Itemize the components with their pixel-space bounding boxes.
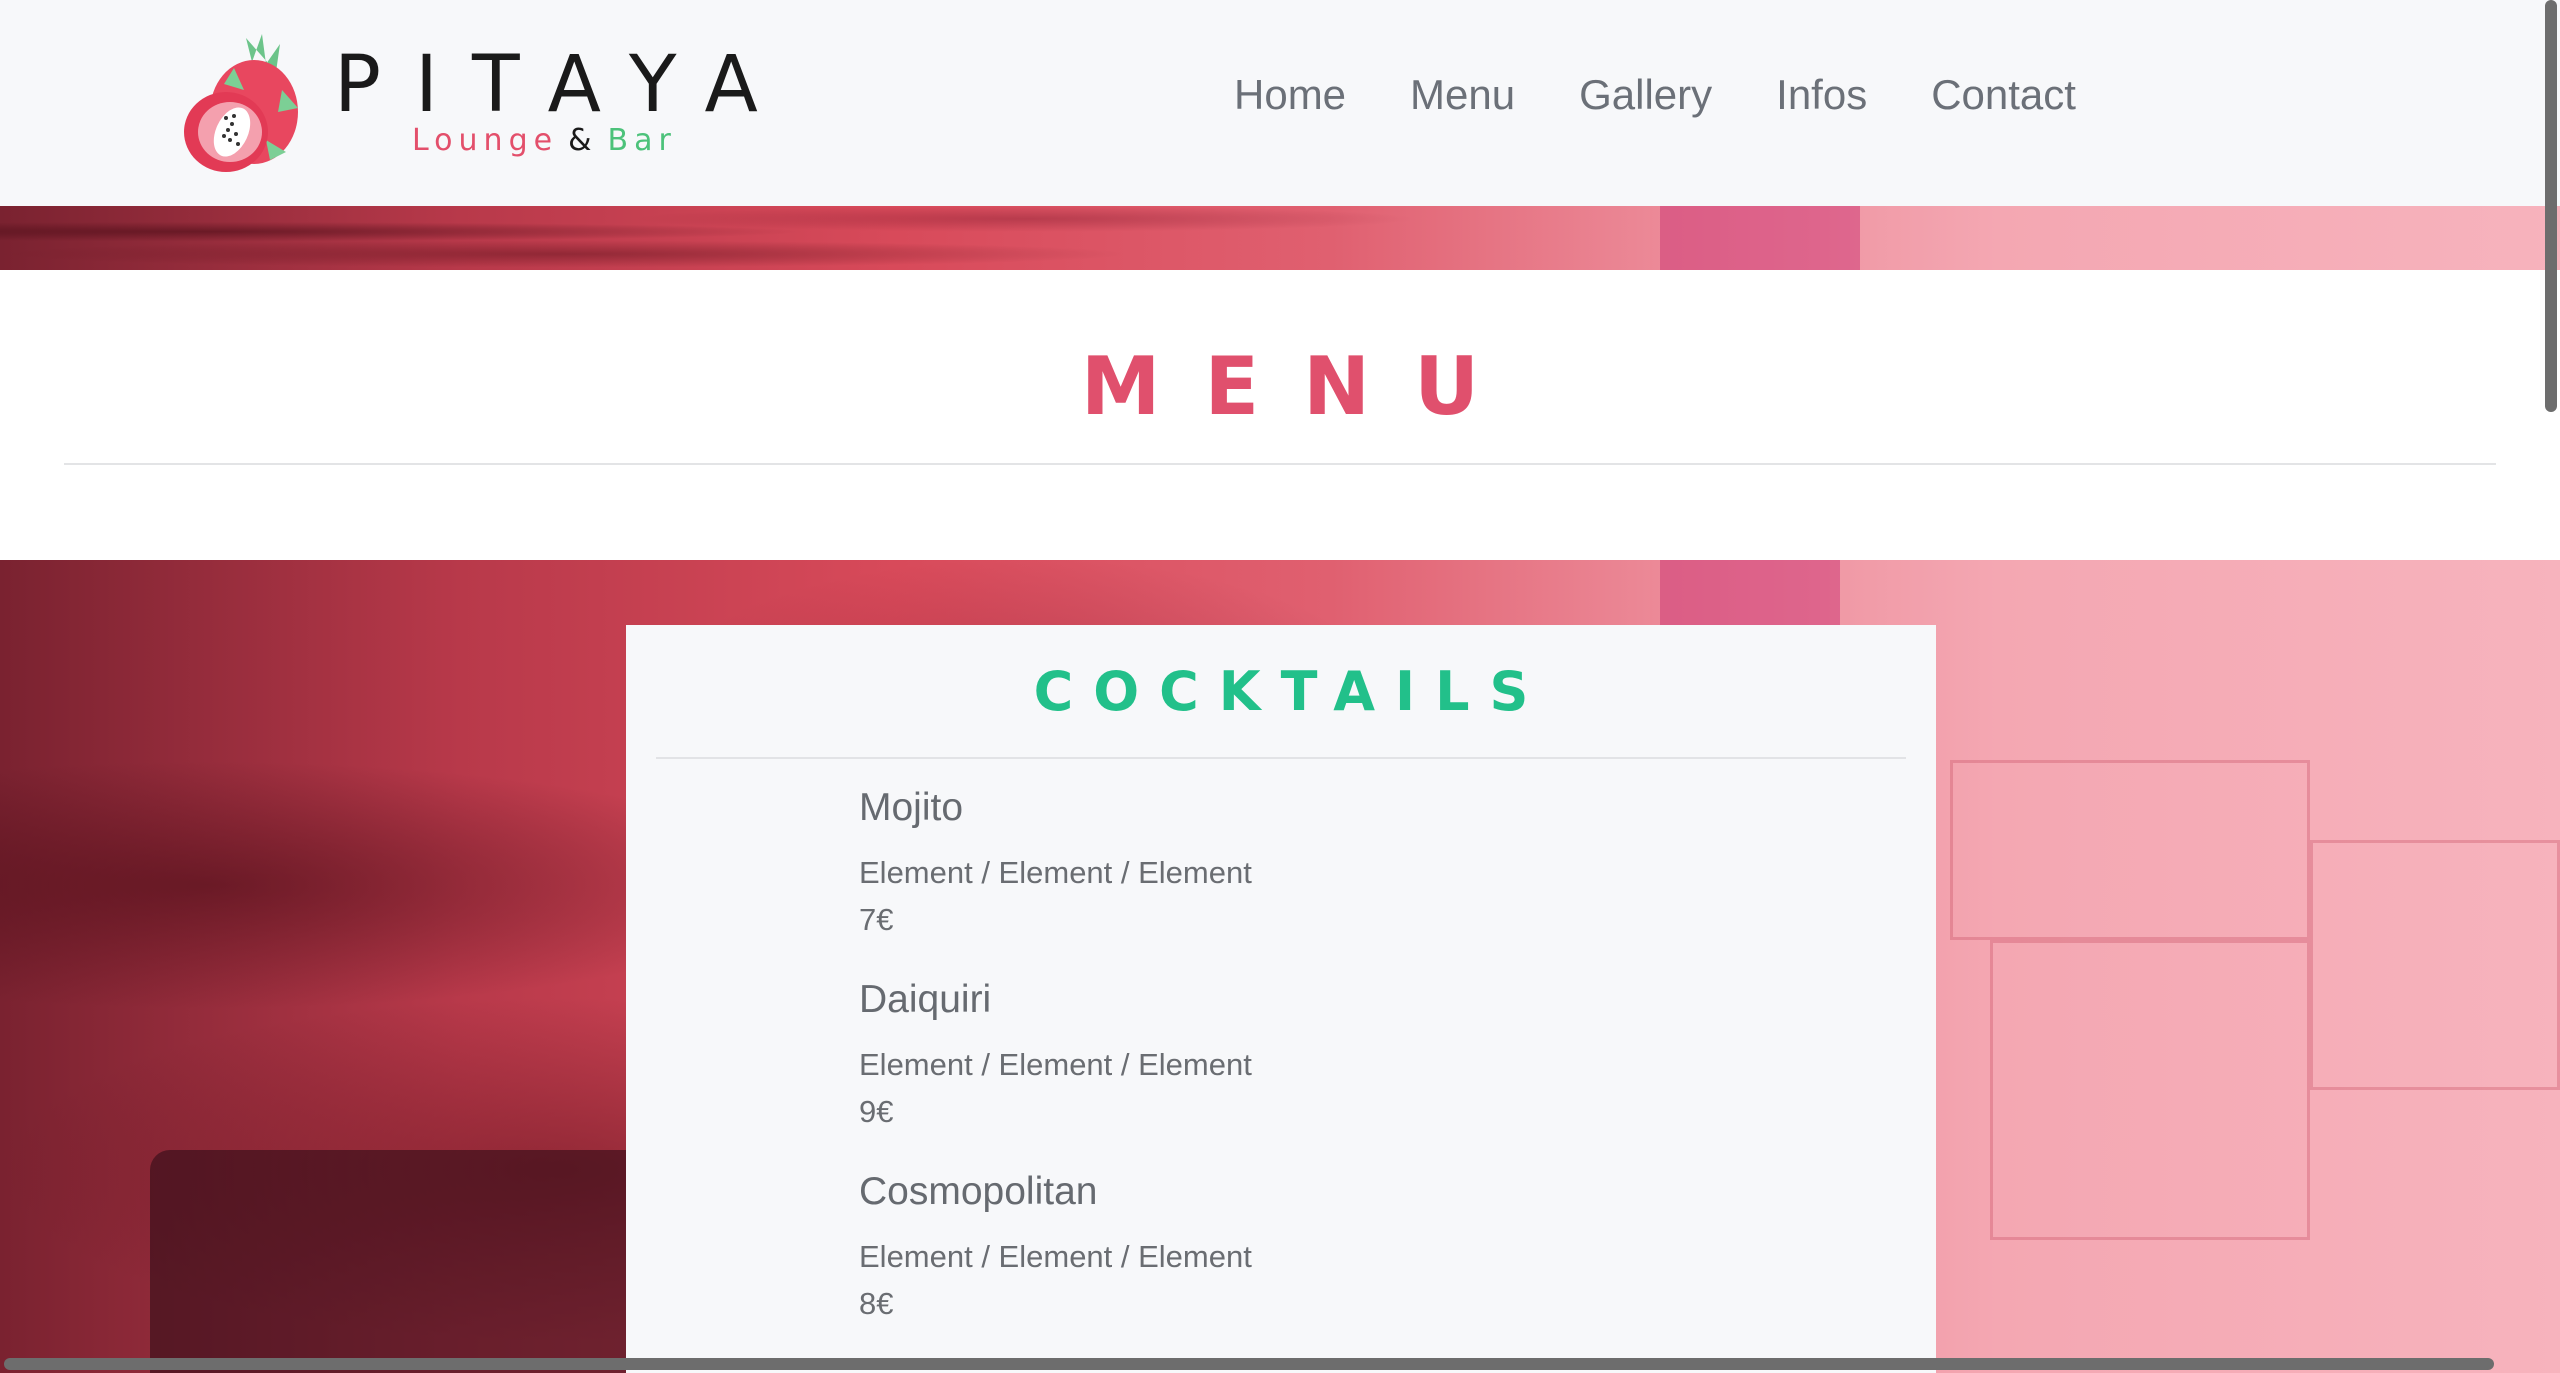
tagline-lounge: Lounge	[412, 123, 559, 158]
menu-item: Daiquiri Element / Element / Element 9€	[859, 977, 1759, 1169]
menu-item: Cosmopolitan Element / Element / Element…	[859, 1169, 1759, 1361]
item-price: 9€	[859, 1093, 894, 1129]
nav-gallery[interactable]: Gallery	[1579, 70, 1712, 120]
tagline-bar: Bar	[607, 123, 677, 158]
main-nav: Home Menu Gallery Infos Contact	[1234, 70, 2140, 120]
section-divider	[656, 757, 1906, 759]
section-title: COCKTAILS	[1033, 660, 1549, 723]
brand-tagline: Lounge & Bar	[412, 126, 677, 156]
item-name: Cosmopolitan	[859, 1170, 1098, 1213]
menu-item-list: Mojito Element / Element / Element 7€ Da…	[859, 785, 1759, 1361]
cocktails-card: COCKTAILS Mojito Element / Element / Ele…	[626, 625, 1936, 1373]
hero-wall-image	[0, 206, 2560, 270]
nav-contact[interactable]: Contact	[1931, 70, 2076, 120]
logo[interactable]: PITAYA Lounge & Bar	[174, 20, 774, 190]
vertical-scrollbar-thumb[interactable]	[2545, 0, 2557, 412]
item-price: 7€	[859, 901, 894, 937]
nav-infos[interactable]: Infos	[1776, 70, 1867, 120]
page-title: MENU	[1080, 340, 1524, 433]
item-description: Element / Element / Element	[859, 1046, 1252, 1082]
brand-name: PITAYA	[334, 40, 792, 130]
nav-home[interactable]: Home	[1234, 70, 1346, 120]
tagline-amp: &	[568, 123, 598, 158]
horizontal-scrollbar[interactable]	[0, 1355, 2560, 1373]
vertical-scrollbar[interactable]	[2542, 0, 2560, 1373]
title-divider	[64, 463, 2496, 465]
item-description: Element / Element / Element	[859, 1238, 1252, 1274]
item-name: Daiquiri	[859, 978, 992, 1021]
horizontal-scrollbar-thumb[interactable]	[4, 1358, 2494, 1370]
menu-title-section: MENU	[0, 270, 2560, 560]
item-price: 8€	[859, 1285, 894, 1321]
dragonfruit-icon	[184, 34, 298, 172]
item-name: Mojito	[859, 786, 964, 829]
item-description: Element / Element / Element	[859, 854, 1252, 890]
menu-item: Mojito Element / Element / Element 7€	[859, 785, 1759, 977]
nav-menu[interactable]: Menu	[1410, 70, 1515, 120]
site-header: PITAYA Lounge & Bar Home Menu Gallery Info…	[0, 0, 2560, 206]
